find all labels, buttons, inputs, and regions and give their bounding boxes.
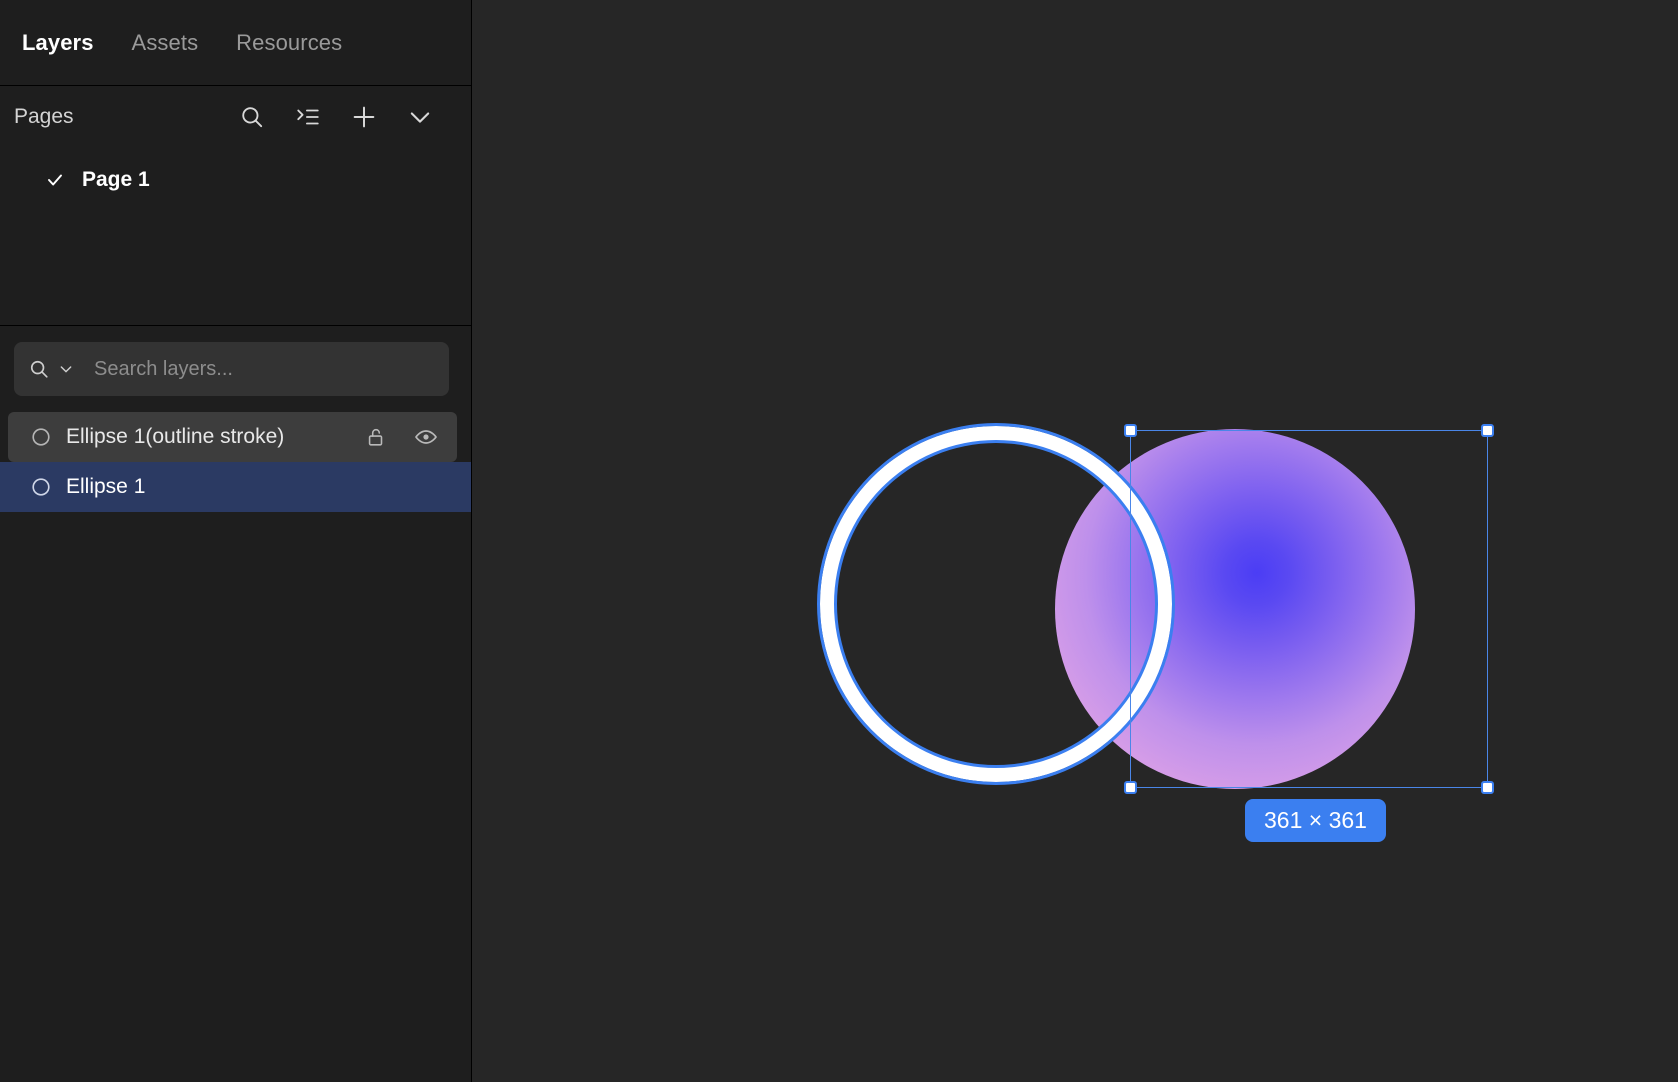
layer-row-ellipse-outline-stroke[interactable]: Ellipse 1(outline stroke) xyxy=(8,412,457,462)
page-item-page-1[interactable]: Page 1 xyxy=(0,158,471,202)
design-canvas[interactable]: 361 × 361 xyxy=(472,0,1678,1082)
pages-title: Pages xyxy=(14,105,74,128)
unlock-icon[interactable] xyxy=(361,422,391,452)
app-root: Layers Assets Resources Pages Page 1 Sea… xyxy=(0,0,1678,1082)
resize-handle-bottom-right[interactable] xyxy=(1481,781,1494,794)
ellipse-icon xyxy=(30,476,52,498)
layer-row-ellipse-1[interactable]: Ellipse 1 xyxy=(0,462,471,512)
page-list: Page 1 xyxy=(0,148,471,202)
layer-row-actions xyxy=(361,422,441,452)
plus-icon[interactable] xyxy=(349,102,379,132)
layer-name-label: Ellipse 1(outline stroke) xyxy=(66,425,285,448)
resize-handle-bottom-left[interactable] xyxy=(1124,781,1137,794)
search-layers-input[interactable] xyxy=(82,357,435,381)
eye-icon[interactable] xyxy=(411,422,441,452)
search-icon xyxy=(28,358,50,380)
sidebar-tabs: Layers Assets Resources xyxy=(0,0,471,86)
page-item-label: Page 1 xyxy=(82,168,150,191)
dimensions-badge: 361 × 361 xyxy=(1245,799,1386,842)
check-icon xyxy=(46,171,64,189)
layer-search-wrap xyxy=(0,326,471,406)
pages-header: Pages xyxy=(0,86,471,148)
resize-handle-top-right[interactable] xyxy=(1481,424,1494,437)
shape-ellipse-1-outline-stroke[interactable] xyxy=(817,423,1175,785)
list-view-icon[interactable] xyxy=(293,102,323,132)
selection-bounding-box xyxy=(1124,424,1494,794)
pages-actions xyxy=(237,102,435,132)
layer-search-box[interactable] xyxy=(14,342,449,396)
search-pages-icon[interactable] xyxy=(237,102,267,132)
search-filter-chevron-down-icon[interactable] xyxy=(58,361,74,377)
layer-list: Ellipse 1(outline stroke) Ellipse 1 xyxy=(0,406,471,1082)
pages-section: Pages Page 1 xyxy=(0,86,471,326)
tab-assets[interactable]: Assets xyxy=(124,24,221,62)
left-sidebar: Layers Assets Resources Pages Page 1 Sea… xyxy=(0,0,472,1082)
tab-resources[interactable]: Resources xyxy=(228,24,364,62)
chevron-down-icon[interactable] xyxy=(405,102,435,132)
tab-layers[interactable]: Layers xyxy=(14,24,116,62)
resize-handle-top-left[interactable] xyxy=(1124,424,1137,437)
ellipse-icon xyxy=(30,426,52,448)
layer-name-label: Ellipse 1 xyxy=(66,475,146,498)
